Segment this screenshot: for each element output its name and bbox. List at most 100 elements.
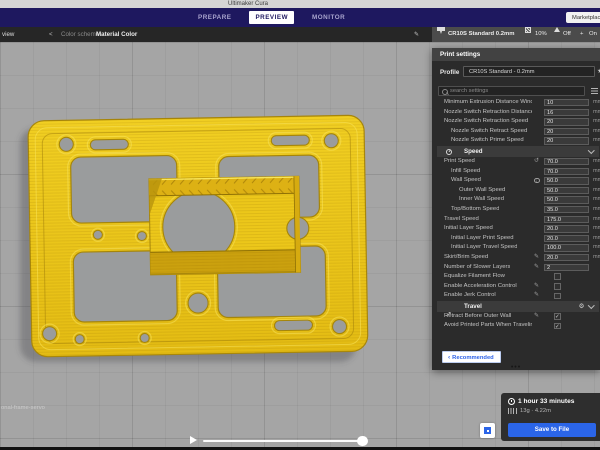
settings-filter-icon[interactable] <box>591 88 598 94</box>
value-input[interactable]: 100.0 <box>544 244 589 251</box>
chevron-left-icon: ‹ <box>448 354 450 361</box>
infill-value[interactable]: 10% <box>535 27 547 42</box>
profile-dropdown[interactable]: CR10S Standard - 0.2mm <box>463 66 595 77</box>
settings-row[interactable]: Minimum Extrusion Distance Window10mm <box>432 98 600 108</box>
filament-spool-icon <box>508 408 517 414</box>
recommended-button[interactable]: ‹Recommended <box>442 351 501 363</box>
value-input[interactable]: 20 <box>544 128 589 135</box>
play-button[interactable] <box>190 436 197 444</box>
view-bar: view < Color scheme Material Color ✎ <box>0 27 432 42</box>
printer-profile[interactable]: CR10S Standard 0.2mm <box>448 27 514 42</box>
setting-label: Nozzle Switch Retraction Distance <box>444 108 532 118</box>
checkbox[interactable] <box>554 293 561 300</box>
settings-section-speed[interactable]: Speed <box>437 146 599 157</box>
app-header: PREPARE PREVIEW MONITOR Marketplace <box>0 8 600 27</box>
value-input[interactable]: 20.0 <box>544 225 589 232</box>
chevron-down-icon <box>588 147 594 153</box>
value-input[interactable]: 2 <box>544 264 589 271</box>
panel-resize-handle[interactable]: ••• <box>511 365 521 370</box>
settings-row[interactable]: Number of Slower Layers✎2 <box>432 263 600 273</box>
main-tabs: PREPARE PREVIEW MONITOR <box>192 8 351 27</box>
tab-preview[interactable]: PREVIEW <box>249 11 294 24</box>
printhead-toggle-button[interactable] <box>480 423 495 438</box>
value-input[interactable]: 70.0 <box>544 168 589 175</box>
settings-row[interactable]: Travel Speed175.0mm/s <box>432 215 600 225</box>
config-bar[interactable]: CR10S Standard 0.2mm 10% Off + On <box>432 27 600 42</box>
value-unit: mm/s <box>593 224 600 234</box>
adhesion-icon: + <box>580 27 583 42</box>
value-input[interactable]: 20.0 <box>544 254 589 261</box>
value-input[interactable]: 70.0 <box>544 158 589 165</box>
save-to-file-button[interactable]: Save to File <box>508 423 596 437</box>
checkbox[interactable] <box>554 283 561 290</box>
color-scheme-label: Color scheme <box>61 27 99 42</box>
value-unit: mm/s <box>593 167 600 177</box>
view-mode-dropdown[interactable]: view <box>2 27 14 42</box>
value-input[interactable]: 50.0 <box>544 177 589 184</box>
settings-row[interactable]: Retract Before Outer Wall✎✓ <box>432 312 600 322</box>
infill-icon <box>525 27 531 33</box>
pencil-icon: ✎ <box>531 253 542 263</box>
settings-row[interactable]: Enable Jerk Control✎ <box>432 291 600 301</box>
panel-footer: ‹Recommended ••• <box>432 348 600 370</box>
profile-label: Profile <box>440 67 459 78</box>
travel-icon <box>446 303 452 309</box>
tab-prepare[interactable]: PREPARE <box>192 11 237 24</box>
pencil-icon[interactable]: ✎ <box>414 27 419 42</box>
settings-row[interactable]: Nozzle Switch Retraction Distance16mm <box>432 108 600 118</box>
search-icon <box>442 89 448 95</box>
settings-row[interactable]: Nozzle Switch Retraction Speed20mm/s <box>432 117 600 127</box>
setting-label: Enable Acceleration Control <box>444 282 517 292</box>
support-value[interactable]: Off <box>563 27 571 42</box>
checkbox[interactable]: ✓ <box>554 323 561 330</box>
settings-section-travel[interactable]: Travel⚙ <box>437 301 599 312</box>
marketplace-button[interactable]: Marketplace <box>566 12 600 23</box>
value-input[interactable]: 50.0 <box>544 187 589 194</box>
settings-row[interactable]: Outer Wall Speed50.0mm/s <box>432 186 600 196</box>
value-unit: mm/s <box>593 253 600 263</box>
reset-icon[interactable]: ↺ <box>531 157 542 167</box>
back-chevron-icon[interactable]: < <box>49 27 53 42</box>
value-unit: mm/s <box>593 195 600 205</box>
checkbox[interactable] <box>554 273 561 280</box>
settings-row[interactable]: Top/Bottom Speed35.0mm/s <box>432 205 600 215</box>
value-unit: mm/s <box>593 176 600 186</box>
settings-row[interactable]: Initial Layer Speed20.0mm/s <box>432 224 600 234</box>
settings-row[interactable]: Enable Acceleration Control✎ <box>432 282 600 292</box>
value-input[interactable]: 20 <box>544 137 589 144</box>
settings-row[interactable]: Print Speed↺70.0mm/s <box>432 157 600 167</box>
value-input[interactable]: 16 <box>544 109 589 116</box>
settings-row[interactable]: Nozzle Switch Prime Speed20mm/s <box>432 136 600 146</box>
settings-row[interactable]: Avoid Printed Parts When Traveling ✓ <box>432 321 600 331</box>
value-input[interactable]: 20 <box>544 118 589 125</box>
settings-row[interactable]: Initial Layer Travel Speed100.0mm/s <box>432 243 600 253</box>
value-input[interactable]: 175.0 <box>544 216 589 223</box>
settings-row[interactable]: Inner Wall Speed50.0mm/s <box>432 195 600 205</box>
settings-row[interactable]: Wall Speedi50.0mm/s <box>432 176 600 186</box>
model-filename-watermark: onal-frame-servo <box>1 405 45 411</box>
setting-label: Avoid Printed Parts When Traveling <box>444 321 532 331</box>
window-titlebar: Ultimaker Cura <box>0 0 600 8</box>
settings-row[interactable]: Skirt/Brim Speed ✎20.0 mm/s <box>432 253 600 263</box>
setting-label: Enable Jerk Control <box>444 291 496 301</box>
color-scheme-dropdown[interactable]: Material Color <box>96 27 137 42</box>
tab-monitor[interactable]: MONITOR <box>306 11 351 24</box>
value-unit: mm <box>593 98 600 108</box>
simulation-slider-handle[interactable] <box>357 436 368 447</box>
settings-row[interactable]: Nozzle Switch Retract Speed20mm/s <box>432 127 600 137</box>
settings-row[interactable]: Initial Layer Print Speed20.0mm/s <box>432 234 600 244</box>
checkbox[interactable]: ✓ <box>554 313 561 320</box>
adhesion-value[interactable]: On <box>589 27 597 42</box>
search-placeholder: search settings <box>450 87 488 96</box>
search-input[interactable]: search settings <box>438 86 585 96</box>
settings-row[interactable]: Equalize Filament Flow <box>432 272 600 282</box>
value-input[interactable]: 10 <box>544 99 589 106</box>
setting-label: Skirt/Brim Speed <box>444 253 488 263</box>
value-input[interactable]: 20.0 <box>544 235 589 242</box>
value-input[interactable]: 50.0 <box>544 196 589 203</box>
gear-icon[interactable]: ⚙ <box>579 301 585 312</box>
simulation-slider-track[interactable] <box>203 440 367 442</box>
setting-label: Nozzle Switch Retract Speed <box>451 127 527 137</box>
value-input[interactable]: 35.0 <box>544 206 589 213</box>
settings-row[interactable]: Infill Speed70.0mm/s <box>432 167 600 177</box>
